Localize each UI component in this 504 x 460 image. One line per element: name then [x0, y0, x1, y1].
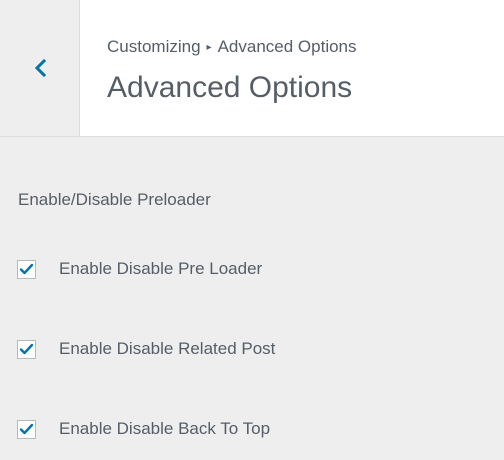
customizer-header: Customizing ▸ Advanced Options Advanced Op… — [0, 0, 504, 137]
checkbox-pre-loader[interactable] — [17, 259, 36, 279]
option-label: Enable Disable Back To Top — [59, 419, 271, 438]
breadcrumb-separator-icon: ▸ — [206, 42, 212, 53]
page-title: Advanced Options — [107, 71, 353, 104]
breadcrumb: Customizing ▸ Advanced Options — [107, 36, 357, 59]
option-label: Enable Disable Pre Loader — [59, 259, 263, 278]
option-pre-loader[interactable]: Enable Disable Pre Loader — [17, 258, 262, 280]
breadcrumb-current: Advanced Options — [217, 37, 357, 56]
checkmark-icon — [19, 343, 34, 354]
checkbox-related-post[interactable] — [17, 339, 36, 359]
chevron-left-icon — [33, 58, 47, 78]
option-label: Enable Disable Related Post — [59, 339, 276, 358]
section-title: Enable/Disable Preloader — [18, 190, 211, 209]
checkbox-back-to-top[interactable] — [17, 419, 36, 439]
option-related-post[interactable]: Enable Disable Related Post — [17, 338, 275, 360]
breadcrumb-parent: Customizing — [107, 37, 201, 56]
title-block: Customizing ▸ Advanced Options Advanced Op… — [107, 36, 357, 106]
back-button[interactable] — [0, 0, 80, 136]
checkmark-icon — [19, 423, 34, 434]
checkmark-icon — [19, 263, 34, 274]
option-back-to-top[interactable]: Enable Disable Back To Top — [17, 418, 270, 440]
